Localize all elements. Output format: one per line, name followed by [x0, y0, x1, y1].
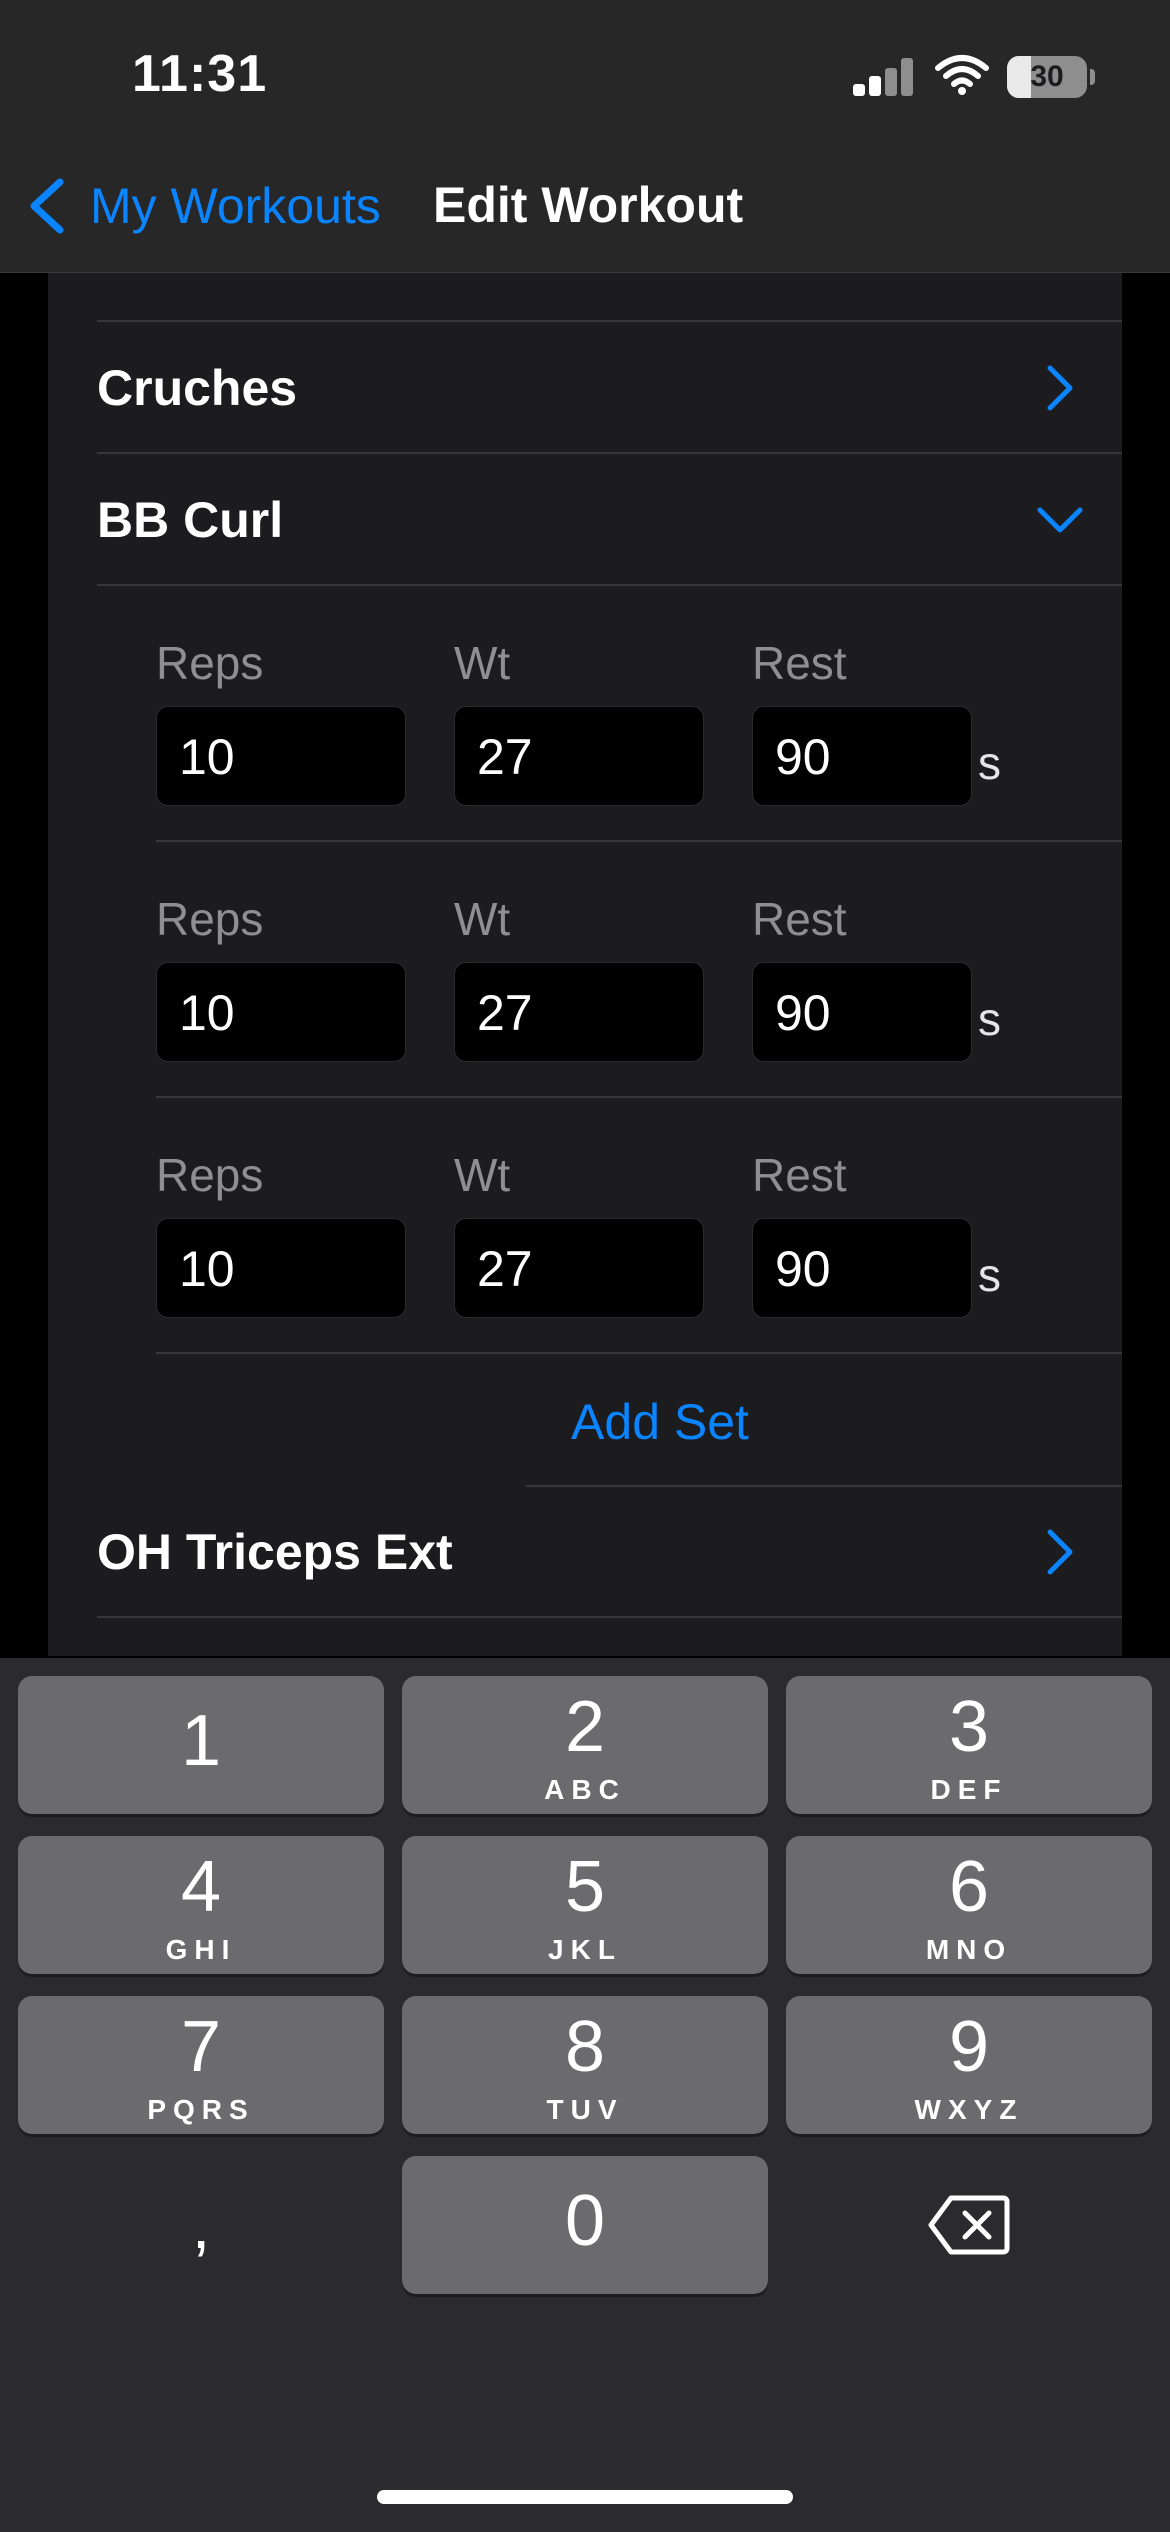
exercise-row-cruches[interactable]: Cruches	[97, 322, 1122, 454]
key-1[interactable]: 1	[18, 1676, 384, 1814]
screen: Hack Squat Cruches BB Curl Reps Wt Rest …	[0, 0, 1170, 2532]
rest-label: Rest	[752, 1149, 847, 1201]
rest-unit: s	[978, 1249, 1001, 1301]
key-letters: PQRS	[147, 2094, 255, 2125]
navigation-bar: 11:31 30 My Workouts Edit Workout	[0, 0, 1170, 273]
exercise-name: BB Curl	[97, 492, 284, 548]
wifi-icon	[935, 55, 989, 95]
reps-input[interactable]: 10	[156, 706, 406, 806]
key-8[interactable]: 8 TUV	[402, 1996, 768, 2134]
reps-label: Reps	[156, 893, 264, 945]
battery-icon: 30	[1007, 56, 1087, 98]
numeric-keyboard: 1 2 ABC 3 DEF 4 GHI 5 JKL 6 MNO 7 PQRS 8…	[0, 1658, 1170, 2532]
key-2[interactable]: 2 ABC	[402, 1676, 768, 1814]
key-digit: 6	[948, 1847, 990, 1927]
key-0[interactable]: 0	[402, 2156, 768, 2294]
key-digit: 5	[564, 1847, 606, 1927]
key-digit: 2	[564, 1687, 606, 1767]
key-letters: JKL	[548, 1934, 622, 1965]
key-digit: 8	[564, 2007, 606, 2087]
rest-label: Rest	[752, 893, 847, 945]
key-digit: 4	[180, 1847, 222, 1927]
wt-input[interactable]: 27	[454, 962, 704, 1062]
back-button[interactable]: My Workouts	[24, 168, 381, 244]
key-digit: 3	[948, 1687, 990, 1767]
page-title: Edit Workout	[433, 177, 744, 233]
wt-input[interactable]: 27	[454, 706, 704, 806]
key-letters: GHI	[165, 1934, 237, 1965]
reps-input[interactable]: 10	[156, 962, 406, 1062]
back-label: My Workouts	[90, 178, 381, 234]
key-comma[interactable]: ,	[18, 2156, 384, 2294]
key-digit: 0	[564, 2181, 606, 2261]
key-letters: WXYZ	[914, 2094, 1024, 2125]
key-letters: ABC	[544, 1774, 626, 1805]
set-row: Reps Wt Rest 10 27 90 s	[156, 586, 1122, 842]
key-9[interactable]: 9 WXYZ	[786, 1996, 1152, 2134]
battery-percent: 30	[1030, 60, 1064, 93]
key-6[interactable]: 6 MNO	[786, 1836, 1152, 1974]
rest-label: Rest	[752, 637, 847, 689]
key-digit: 9	[948, 2007, 990, 2087]
battery-tip	[1090, 69, 1095, 85]
rest-unit: s	[978, 993, 1001, 1045]
key-letters: DEF	[930, 1774, 1008, 1805]
add-set-button[interactable]: Add Set	[478, 1356, 842, 1488]
set-row: Reps Wt Rest 10 27 90 s	[156, 1098, 1122, 1354]
rest-input[interactable]: 90	[752, 962, 972, 1062]
key-3[interactable]: 3 DEF	[786, 1676, 1152, 1814]
wt-label: Wt	[454, 893, 511, 945]
chevron-down-icon	[1037, 507, 1083, 533]
wt-label: Wt	[454, 1149, 511, 1201]
rest-input[interactable]: 90	[752, 706, 972, 806]
backspace-key[interactable]	[786, 2156, 1152, 2294]
key-letters: TUV	[546, 2094, 624, 2125]
set-row: Reps Wt Rest 10 27 90 s	[156, 842, 1122, 1098]
exercise-name: OH Triceps Ext	[97, 1524, 453, 1580]
chevron-right-icon	[1047, 365, 1073, 411]
key-digit: 1	[180, 1701, 222, 1781]
reps-label: Reps	[156, 637, 264, 689]
status-time: 11:31	[132, 45, 268, 103]
key-letters: MNO	[925, 1934, 1013, 1965]
exercise-row-oh-triceps-ext[interactable]: OH Triceps Ext	[97, 1486, 1122, 1618]
chevron-right-icon	[1047, 1529, 1073, 1575]
reps-input[interactable]: 10	[156, 1218, 406, 1318]
key-4[interactable]: 4 GHI	[18, 1836, 384, 1974]
back-chevron-icon	[30, 178, 64, 234]
home-indicator[interactable]	[377, 2490, 793, 2504]
signal-icon	[853, 58, 915, 96]
wt-label: Wt	[454, 637, 511, 689]
key-7[interactable]: 7 PQRS	[18, 1996, 384, 2134]
backspace-icon	[928, 2195, 1010, 2255]
wt-input[interactable]: 27	[454, 1218, 704, 1318]
rest-input[interactable]: 90	[752, 1218, 972, 1318]
rest-unit: s	[978, 737, 1001, 789]
exercise-name: Cruches	[97, 360, 298, 416]
exercise-row-bb-curl[interactable]: BB Curl	[97, 454, 1122, 586]
reps-label: Reps	[156, 1149, 264, 1201]
key-digit: 7	[180, 2007, 222, 2087]
key-5[interactable]: 5 JKL	[402, 1836, 768, 1974]
